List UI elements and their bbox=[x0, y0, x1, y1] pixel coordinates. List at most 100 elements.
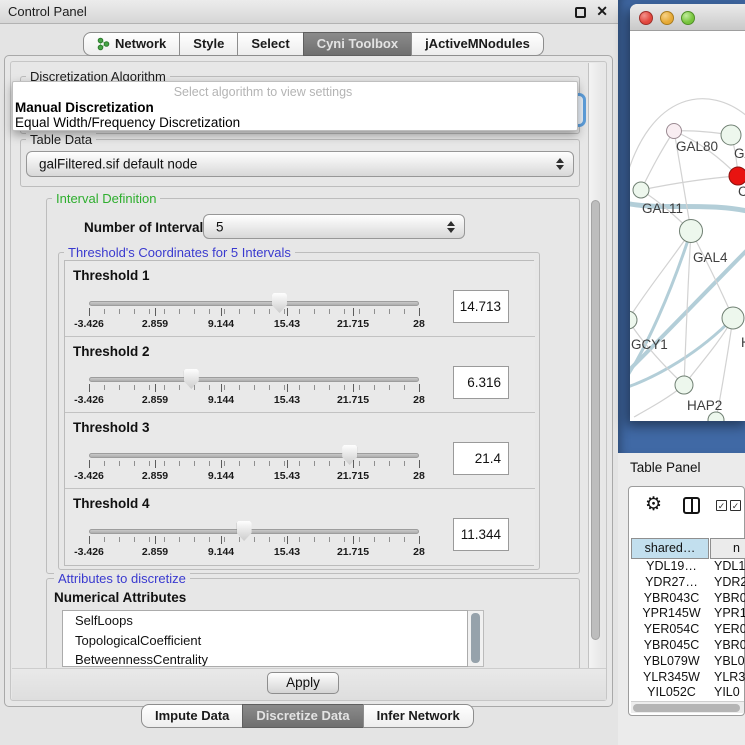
column-header-shared[interactable]: shared… bbox=[631, 538, 709, 559]
threshold-rows: Threshold 1 -3.426 2.859 9.144 15.43 21.… bbox=[64, 260, 534, 566]
zoom-traffic-light-icon[interactable] bbox=[681, 11, 695, 25]
tab-discretize-data[interactable]: Discretize Data bbox=[242, 704, 363, 728]
tick-label: 2.859 bbox=[142, 470, 168, 482]
list-item[interactable]: SelfLoops bbox=[63, 611, 467, 631]
list-item[interactable]: TopologicalCoefficient bbox=[63, 631, 467, 651]
node-partial-top-right[interactable] bbox=[721, 125, 741, 145]
threshold-slider-track[interactable] bbox=[89, 529, 419, 534]
slider-ticks bbox=[89, 537, 421, 542]
node-red-selected[interactable] bbox=[729, 167, 745, 185]
tab-cyni-toolbox[interactable]: Cyni Toolbox bbox=[303, 32, 412, 56]
tab-select[interactable]: Select bbox=[237, 32, 303, 56]
tick-label: 21.715 bbox=[337, 318, 369, 330]
tick-label: 28 bbox=[413, 394, 425, 406]
bottom-tabs: Impute Data Discretize Data Infer Networ… bbox=[141, 704, 474, 728]
minimize-traffic-light-icon[interactable] bbox=[660, 11, 674, 25]
close-traffic-light-icon[interactable] bbox=[639, 11, 653, 25]
slider-ticks bbox=[89, 461, 421, 466]
interval-definition-title: Interval Definition bbox=[52, 191, 160, 206]
table-row[interactable]: YPR145WYPR1 bbox=[631, 606, 745, 622]
table-row[interactable]: YDR27…YDR2 bbox=[631, 575, 745, 591]
gear-icon[interactable]: ⚙ bbox=[645, 495, 662, 514]
tick-label: 28 bbox=[413, 546, 425, 558]
threshold-value-field[interactable]: 11.344 bbox=[453, 518, 509, 551]
table-data-group-title: Table Data bbox=[26, 132, 96, 147]
table-data-combobox[interactable]: galFiltered.sif default node bbox=[26, 151, 574, 177]
node-gcy1[interactable] bbox=[630, 311, 637, 329]
tab-impute-data[interactable]: Impute Data bbox=[141, 704, 243, 728]
tab-infer-network[interactable]: Infer Network bbox=[363, 704, 474, 728]
threshold-slider-track[interactable] bbox=[89, 377, 419, 382]
tick-label: -3.426 bbox=[74, 394, 104, 406]
combo-stepper-icon bbox=[447, 221, 455, 233]
network-window[interactable]: GAL80 GA GAL11 C GAL4 GCY1 H HAP2 bbox=[630, 4, 745, 421]
attributes-list-scrollbar[interactable] bbox=[468, 610, 484, 667]
threshold-slider-track[interactable] bbox=[89, 453, 419, 458]
number-of-intervals-combobox[interactable]: 5 bbox=[203, 214, 465, 239]
close-icon[interactable]: ✕ bbox=[596, 3, 608, 20]
table-row[interactable]: YBL079WYBL0 bbox=[631, 654, 745, 670]
checkbox-icon[interactable]: ✓ bbox=[716, 500, 727, 511]
tab-style[interactable]: Style bbox=[179, 32, 238, 56]
table-row[interactable]: YER054CYER0 bbox=[631, 622, 745, 638]
number-of-intervals-value: 5 bbox=[216, 219, 224, 234]
control-panel-tabs: Network Style Select Cyni Toolbox jActiv… bbox=[83, 32, 544, 56]
node-gal11[interactable] bbox=[633, 182, 649, 198]
slider-ticks bbox=[89, 385, 421, 390]
tick-label: 28 bbox=[413, 470, 425, 482]
float-window-icon[interactable] bbox=[575, 7, 586, 18]
table-row[interactable]: YBR043CYBR0 bbox=[631, 591, 745, 607]
scrollbar-thumb[interactable] bbox=[591, 200, 600, 640]
node-h[interactable] bbox=[722, 307, 744, 329]
tick-label: 21.715 bbox=[337, 470, 369, 482]
node-gal80[interactable] bbox=[667, 124, 682, 139]
threshold-value-field[interactable]: 14.713 bbox=[453, 290, 509, 323]
list-item[interactable]: BetweennessCentrality bbox=[63, 650, 467, 667]
tick-label: 21.715 bbox=[337, 394, 369, 406]
network-icon bbox=[97, 37, 110, 51]
network-canvas[interactable]: GAL80 GA GAL11 C GAL4 GCY1 H HAP2 bbox=[630, 32, 745, 421]
table-rows: YDL19…YDL1 YDR27…YDR2 YBR043CYBR0 YPR145… bbox=[631, 559, 745, 701]
table-row[interactable]: YLR345WYLR3 bbox=[631, 670, 745, 686]
node-label: GA bbox=[734, 146, 745, 161]
threshold-row: Threshold 3 -3.426 2.859 9.144 15.43 21.… bbox=[65, 413, 535, 489]
threshold-label: Threshold 4 bbox=[73, 496, 150, 511]
column-header-name[interactable]: n bbox=[710, 538, 745, 559]
threshold-value-field[interactable]: 6.316 bbox=[453, 366, 509, 399]
table-horizontal-scrollbar[interactable] bbox=[631, 701, 744, 713]
table-row[interactable]: YDL19…YDL1 bbox=[631, 559, 745, 575]
table-data-value: galFiltered.sif default node bbox=[39, 157, 197, 172]
threshold-slider-track[interactable] bbox=[89, 301, 419, 306]
tick-label: 15.43 bbox=[274, 470, 300, 482]
threshold-value-field[interactable]: 21.4 bbox=[453, 442, 509, 475]
tick-label: 9.144 bbox=[208, 318, 234, 330]
network-window-titlebar[interactable] bbox=[630, 4, 745, 31]
tab-network[interactable]: Network bbox=[83, 32, 180, 56]
node-label: HAP2 bbox=[687, 398, 722, 413]
slider-ticks bbox=[89, 309, 421, 314]
algorithm-hint: Select algorithm to view settings bbox=[13, 85, 513, 99]
panel-title: Control Panel bbox=[8, 4, 87, 19]
threshold-label: Threshold 1 bbox=[73, 268, 150, 283]
table-row[interactable]: YIL052CYIL0 bbox=[631, 685, 745, 701]
tick-label: 15.43 bbox=[274, 546, 300, 558]
node-label: GCY1 bbox=[631, 337, 668, 352]
split-columns-icon[interactable] bbox=[683, 497, 700, 514]
tick-label: -3.426 bbox=[74, 318, 104, 330]
tick-label: 2.859 bbox=[142, 394, 168, 406]
tab-jactivemnodules[interactable]: jActiveMNodules bbox=[411, 32, 544, 56]
threshold-label: Threshold 3 bbox=[73, 420, 150, 435]
table-row[interactable]: YBR045CYBR0 bbox=[631, 638, 745, 654]
algorithm-option-equal-width[interactable]: Equal Width/Frequency Discretization bbox=[15, 115, 240, 130]
algorithm-option-manual[interactable]: Manual Discretization bbox=[15, 100, 154, 115]
node-hap2[interactable] bbox=[675, 376, 693, 394]
scrollbar-thumb[interactable] bbox=[471, 613, 480, 663]
node-bottom-partial[interactable] bbox=[708, 412, 724, 421]
checkbox-icon[interactable]: ✓ bbox=[730, 500, 741, 511]
node-label: H bbox=[741, 335, 745, 350]
apply-button[interactable]: Apply bbox=[267, 672, 339, 694]
numerical-attributes-label: Numerical Attributes bbox=[54, 590, 186, 605]
scrollbar-thumb[interactable] bbox=[633, 704, 740, 712]
panel-vertical-scrollbar[interactable] bbox=[588, 63, 602, 699]
node-gal4[interactable] bbox=[680, 220, 703, 243]
